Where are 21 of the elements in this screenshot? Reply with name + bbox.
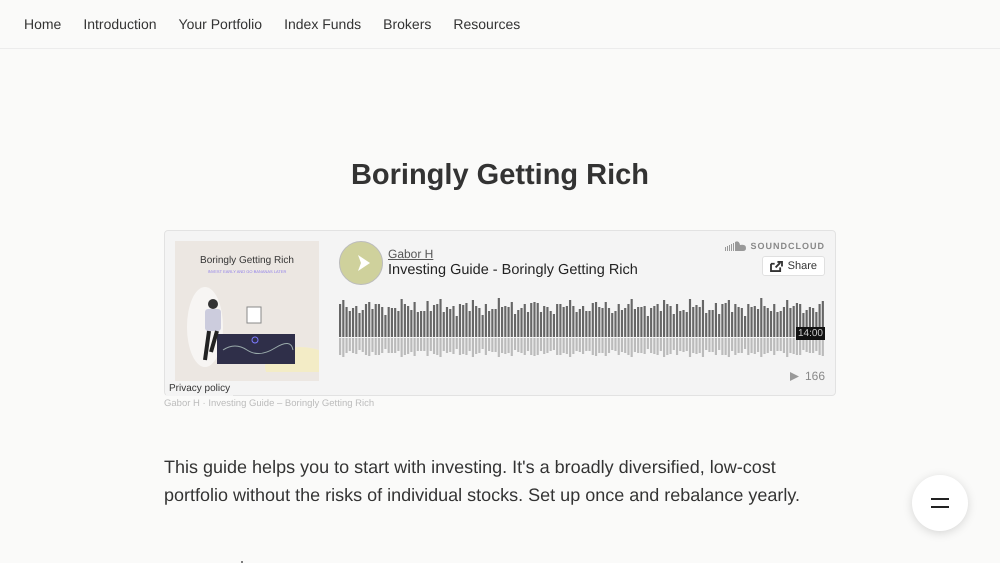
share-icon [770,260,783,272]
nav-link[interactable]: Index Funds [284,16,362,32]
track-title: Investing Guide - Boringly Getting Rich [388,262,639,278]
nav-link[interactable]: Home [24,16,62,32]
cover-title: Boringly Getting Rich [200,255,294,266]
nav-link[interactable]: Introduction [83,16,157,32]
nav-link[interactable]: Brokers [383,16,432,32]
menu-icon [930,497,950,509]
play-count: 166 [804,369,825,383]
page-title: Boringly Getting Rich [350,159,650,192]
artist-link[interactable]: Gabor H [388,247,720,261]
player-caption: Gabor H · Investing Guide – Boringly Getting Rich [164,398,376,409]
play-count-icon [790,372,799,380]
nav-link[interactable]: Your Portfolio [178,16,262,32]
brand-label: SOUNDCLOUD [750,241,825,251]
duration-label: 14:00 [796,327,825,340]
intro-paragraph: This guide helps you to start with investing. It's a broadly diversified, low-cost portfolio without the risks of individual stocks. Set up once and rebalance yearly. [164,456,802,507]
nav-link[interactable]: Resources [453,16,520,32]
cloud-logo-icon [724,241,746,251]
share-button[interactable]: Share [762,256,825,276]
privacy-policy-link[interactable]: Privacy policy [166,381,234,396]
